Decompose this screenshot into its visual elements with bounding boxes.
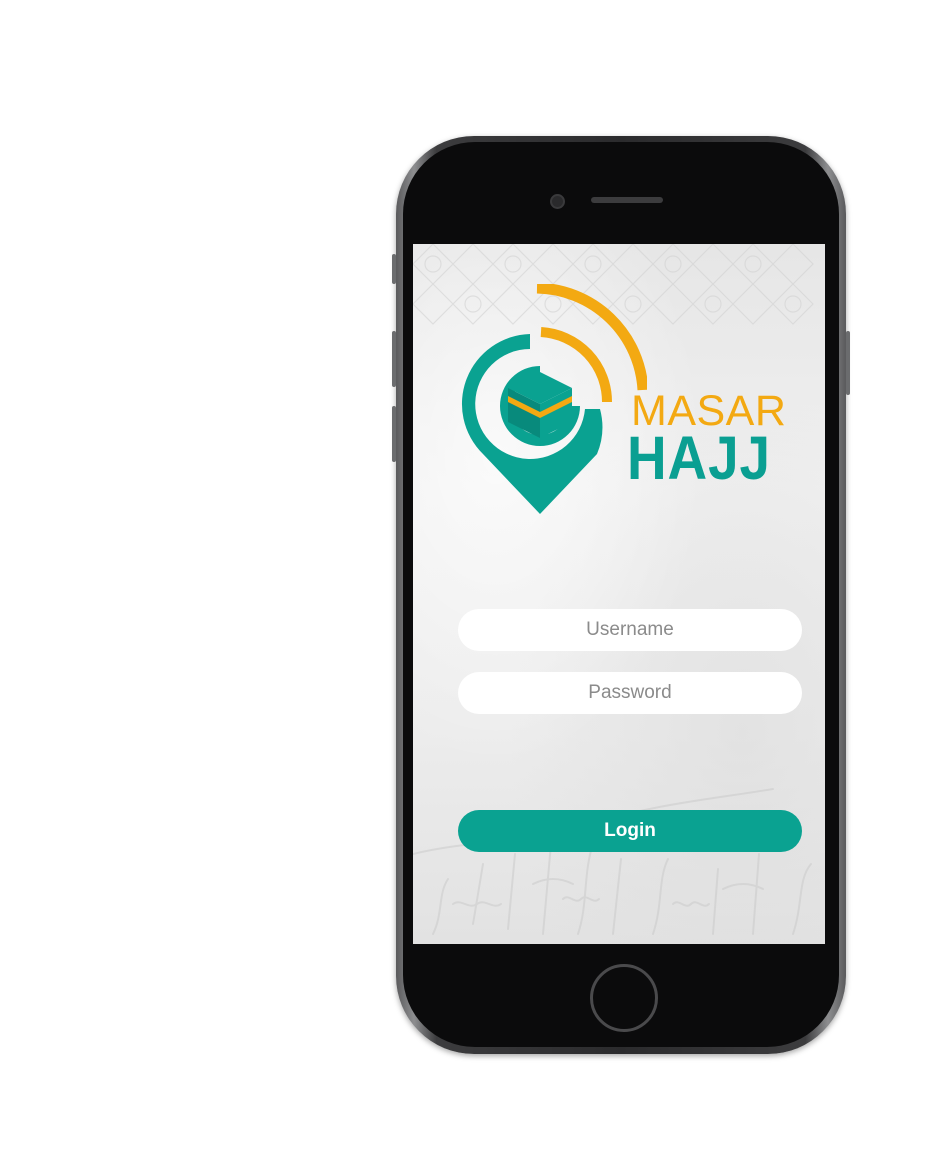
mute-switch bbox=[392, 254, 396, 284]
volume-down-button bbox=[392, 406, 396, 462]
username-input[interactable] bbox=[458, 609, 802, 651]
app-screen: MASAR HAJJ Login bbox=[413, 244, 825, 944]
home-button[interactable] bbox=[590, 964, 658, 1032]
power-button bbox=[846, 331, 850, 395]
brand-name-line-2: HAJJ bbox=[627, 424, 771, 492]
volume-up-button bbox=[392, 331, 396, 387]
earpiece-speaker bbox=[591, 197, 663, 203]
front-camera bbox=[550, 194, 565, 209]
calligraphy-decoration bbox=[413, 788, 812, 935]
location-pin-kaaba-signal-icon bbox=[461, 284, 647, 514]
login-button[interactable]: Login bbox=[458, 810, 802, 852]
password-input[interactable] bbox=[458, 672, 802, 714]
